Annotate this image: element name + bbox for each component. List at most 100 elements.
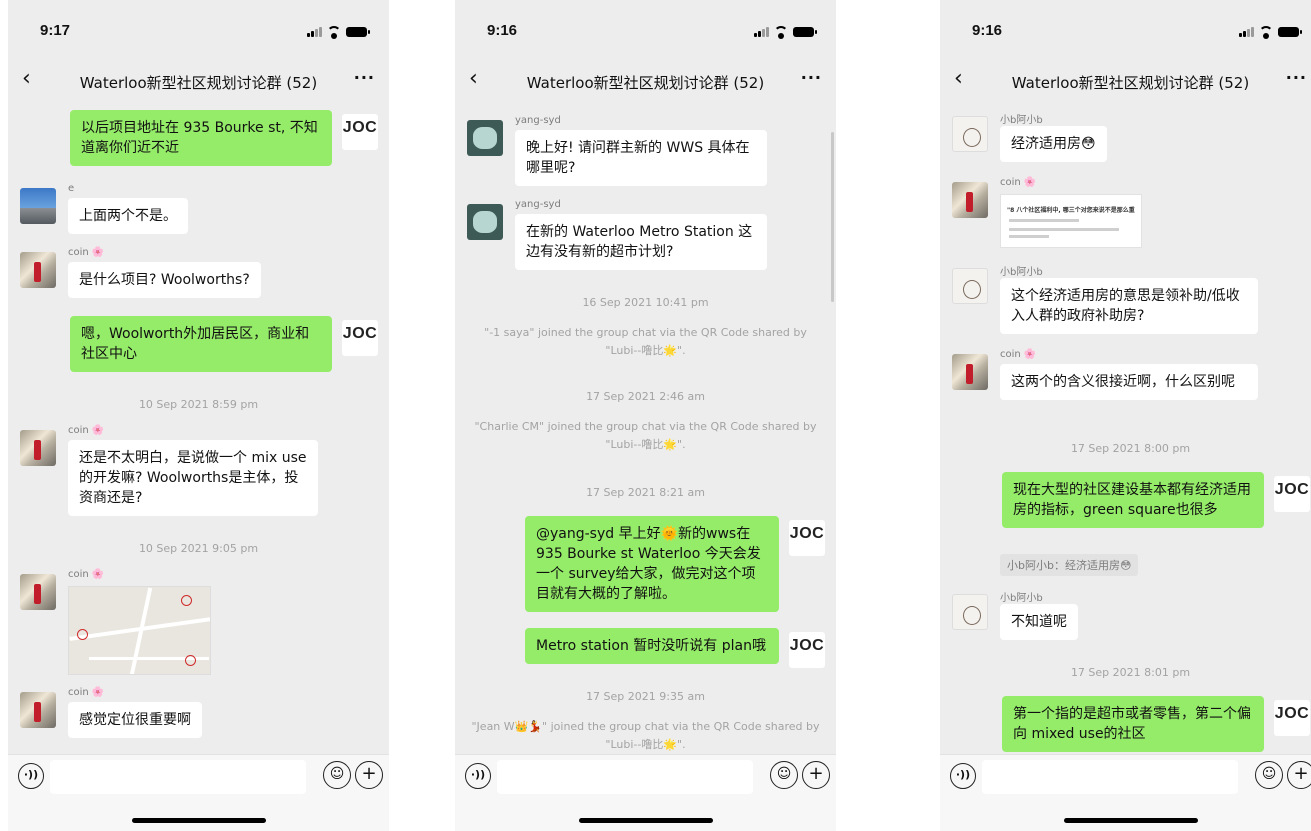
message-bubble[interactable]: 在新的 Waterloo Metro Station 这边有没有新的超市计划?	[515, 214, 767, 270]
message-bubble[interactable]: Metro station 暂时没听说有 plan哦	[525, 628, 779, 664]
survey-line	[1009, 219, 1079, 222]
chat-title: Waterloo新型社区规划讨论群 (52)	[79, 74, 318, 92]
message-bubble[interactable]: 上面两个不是。	[68, 198, 188, 234]
user-avatar[interactable]: JOC	[342, 320, 378, 356]
message-bubble[interactable]: 晚上好! 请问群主新的 WWS 具体在哪里呢?	[515, 130, 767, 186]
message-bubble[interactable]: 不知道呢	[1000, 604, 1078, 640]
sender-name: 小b阿小b	[1000, 267, 1043, 278]
voice-icon[interactable]: ·))	[950, 763, 976, 789]
timestamp: 17 Sep 2021 8:01 pm	[1070, 666, 1191, 679]
sender-name: 小b阿小b	[1000, 593, 1043, 604]
sender-name: yang-syd	[515, 115, 561, 126]
status-time: 9:17	[40, 22, 71, 39]
message-bubble[interactable]: 这个经济适用房的意思是领补助/低收入人群的政府补助房?	[1000, 278, 1258, 334]
wifi-icon	[1259, 26, 1273, 39]
system-message: "Charlie CM" joined the group chat via t…	[474, 420, 817, 451]
timestamp: 17 Sep 2021 8:21 am	[586, 486, 705, 499]
avatar[interactable]	[467, 204, 503, 240]
message-bubble[interactable]: @yang-syd 早上好🌞新的wws在935 Bourke st Waterl…	[525, 516, 779, 612]
status-icons	[307, 26, 370, 39]
message-list[interactable]: yang-syd 晚上好! 请问群主新的 WWS 具体在哪里呢? yang-sy…	[455, 102, 836, 755]
battery-icon	[793, 27, 817, 37]
back-icon[interactable]: ‹	[22, 66, 31, 91]
chat-title: Waterloo新型社区规划讨论群 (52)	[1011, 74, 1250, 92]
message-bubble[interactable]: 以后项目地址在 935 Bourke st, 不知道离你们近不近	[70, 110, 332, 166]
plus-icon[interactable]: +	[355, 761, 383, 789]
wifi-icon	[774, 26, 788, 39]
chat-header: ‹ Waterloo新型社区规划讨论群 (52) ···	[8, 62, 389, 102]
phone-screen-3: 9:16 ‹ Waterloo新型社区规划讨论群 (52) ··· 小b阿小b …	[940, 0, 1311, 831]
sender-name: 小b阿小b	[1000, 115, 1043, 126]
map-marker-icon	[77, 629, 88, 640]
signal-icon	[754, 27, 769, 37]
emoji-icon[interactable]: ☺	[323, 761, 351, 789]
sender-name: coin 🌸	[1000, 177, 1037, 188]
map-image[interactable]	[68, 586, 211, 675]
back-icon[interactable]: ‹	[469, 66, 478, 91]
avatar[interactable]	[467, 120, 503, 156]
back-icon[interactable]: ‹	[954, 66, 963, 91]
timestamp: 17 Sep 2021 2:46 am	[586, 390, 705, 403]
sender-name: coin 🌸	[68, 569, 105, 580]
avatar[interactable]	[952, 182, 988, 218]
message-bubble[interactable]: 嗯，Woolworth外加居民区，商业和社区中心	[70, 316, 332, 372]
system-message: "-1 saya" joined the group chat via the …	[484, 326, 807, 357]
avatar[interactable]	[20, 692, 56, 728]
voice-icon[interactable]: ·))	[18, 763, 44, 789]
map-marker-icon	[181, 595, 192, 606]
user-avatar[interactable]: JOC	[1274, 476, 1310, 512]
phone-screen-1: 9:17 ‹ Waterloo新型社区规划讨论群 (52) ··· 以后项目地址…	[8, 0, 389, 831]
avatar[interactable]	[20, 430, 56, 466]
emoji-icon[interactable]: ☺	[1255, 761, 1283, 789]
chat-header: ‹ Waterloo新型社区规划讨论群 (52) ···	[940, 62, 1311, 102]
input-bar: ·)) ☺ +	[940, 754, 1311, 831]
avatar[interactable]	[952, 268, 988, 304]
survey-screenshot-title: "8 八个社区福利中, 哪三个对您来说不是那么重	[1007, 207, 1135, 214]
quoted-message[interactable]: 小b阿小b：经济适用房😳	[1000, 554, 1139, 576]
sender-name: e	[68, 183, 75, 194]
scrollbar[interactable]	[831, 132, 834, 302]
message-bubble[interactable]: 还是不太明白，是说做一个 mix use 的开发嘛? Woolworths是主体…	[68, 440, 318, 516]
more-icon[interactable]: ···	[1286, 68, 1307, 87]
more-icon[interactable]: ···	[354, 68, 375, 87]
timestamp: 17 Sep 2021 8:00 pm	[1070, 442, 1191, 455]
message-bubble[interactable]: 第一个指的是超市或者零售，第二个偏向 mixed use的社区	[1002, 696, 1264, 752]
avatar[interactable]	[20, 188, 56, 224]
avatar[interactable]	[952, 594, 988, 630]
sender-name: coin 🌸	[68, 425, 105, 436]
message-input[interactable]	[497, 760, 753, 794]
status-time: 9:16	[487, 22, 518, 39]
avatar[interactable]	[20, 252, 56, 288]
avatar[interactable]	[952, 116, 988, 152]
timestamp: 10 Sep 2021 9:05 pm	[138, 542, 259, 555]
user-avatar[interactable]: JOC	[1274, 700, 1310, 736]
message-bubble[interactable]: 感觉定位很重要啊	[68, 702, 202, 738]
phone-screen-2: 9:16 ‹ Waterloo新型社区规划讨论群 (52) ··· yang-s…	[455, 0, 836, 831]
message-bubble[interactable]: 现在大型的社区建设基本都有经济适用房的指标，green square也很多	[1002, 472, 1264, 528]
plus-icon[interactable]: +	[1287, 761, 1311, 789]
message-bubble[interactable]: 经济适用房😳	[1000, 126, 1107, 162]
sender-name: coin 🌸	[1000, 349, 1037, 360]
user-avatar[interactable]: JOC	[342, 114, 378, 150]
user-avatar[interactable]: JOC	[789, 632, 825, 668]
survey-screenshot[interactable]: "8 八个社区福利中, 哪三个对您来说不是那么重	[1000, 194, 1142, 248]
avatar[interactable]	[952, 354, 988, 390]
emoji-icon[interactable]: ☺	[770, 761, 798, 789]
avatar[interactable]	[20, 574, 56, 610]
message-bubble[interactable]: 是什么项目? Woolworths?	[68, 262, 261, 298]
message-input[interactable]	[50, 760, 306, 794]
message-input[interactable]	[982, 760, 1238, 794]
message-list[interactable]: 以后项目地址在 935 Bourke st, 不知道离你们近不近 JOC e 上…	[8, 102, 389, 755]
home-indicator	[131, 818, 266, 823]
voice-icon[interactable]: ·))	[465, 763, 491, 789]
message-bubble[interactable]: 这两个的含义很接近啊，什么区别呢	[1000, 364, 1258, 400]
chat-header: ‹ Waterloo新型社区规划讨论群 (52) ···	[455, 62, 836, 102]
chat-title: Waterloo新型社区规划讨论群 (52)	[526, 74, 765, 92]
sender-name: coin 🌸	[68, 247, 105, 258]
message-list[interactable]: 小b阿小b 经济适用房😳 coin 🌸 "8 八个社区福利中, 哪三个对您来说不…	[940, 102, 1311, 755]
input-bar: ·)) ☺ +	[8, 754, 389, 831]
plus-icon[interactable]: +	[802, 761, 830, 789]
user-avatar[interactable]: JOC	[789, 520, 825, 556]
more-icon[interactable]: ···	[801, 68, 822, 87]
status-icons	[1239, 26, 1302, 39]
